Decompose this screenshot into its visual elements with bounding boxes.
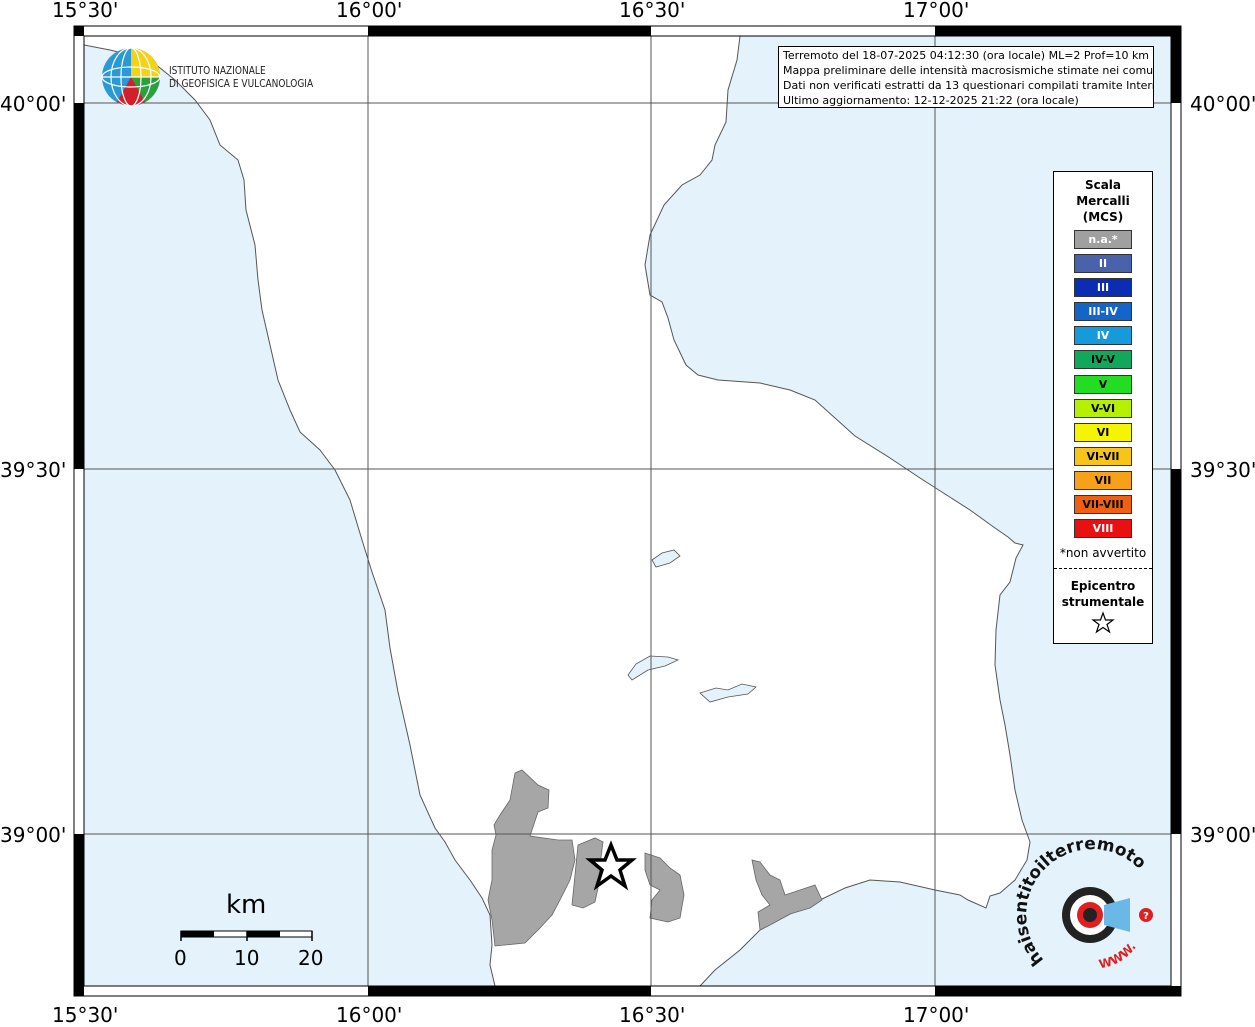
legend-item: V — [1074, 374, 1132, 394]
intensity-legend: Scala Mercalli (MCS) n.a.* II III III-IV IV I… — [1053, 171, 1153, 644]
legend-note: *non avvertito — [1059, 546, 1147, 560]
ingv-line-2: DI GEOFISICA E VULCANOLOGIA — [169, 77, 314, 90]
legend-item: VI-VII — [1074, 446, 1132, 466]
lon-label-top-4: 17°00' — [903, 0, 970, 22]
lon-label-top-2: 16°00' — [336, 0, 403, 22]
legend-title-line-2: Mercalli — [1076, 194, 1130, 208]
legend-epicenter-label: Epicentro strumentale — [1054, 578, 1152, 610]
scale-tick-20: 20 — [298, 946, 324, 970]
info-line-4: Ultimo aggiornamento: 12-12-2025 21:22 (… — [783, 94, 1079, 107]
lat-label-left-1: 40°00' — [0, 92, 67, 116]
lat-label-left-2: 39°30' — [0, 458, 67, 482]
legend-star-icon — [1091, 611, 1115, 634]
legend-item: IV — [1074, 326, 1132, 346]
legend-epicenter-line-2: strumentale — [1061, 595, 1145, 609]
ingv-logo-text: ISTITUTO NAZIONALE DI GEOFISICA E VULCAN… — [169, 64, 313, 90]
lon-label-bottom-1: 15°30' — [52, 1003, 119, 1027]
scale-tick-10: 10 — [234, 946, 260, 970]
legend-item: II — [1074, 254, 1132, 274]
legend-title: Scala Mercalli (MCS) — [1054, 177, 1152, 225]
lon-label-bottom-2: 16°00' — [336, 1003, 403, 1027]
legend-title-line-1: Scala — [1084, 178, 1122, 192]
legend-item: VII-VIII — [1074, 495, 1132, 515]
legend-item: III-IV — [1074, 302, 1132, 322]
lat-label-left-3: 39°00' — [0, 823, 67, 847]
legend-separator — [1054, 568, 1152, 569]
info-line-1: Terremoto del 18-07-2025 04:12:30 (ora l… — [783, 49, 1150, 62]
legend-item: V-VI — [1074, 398, 1132, 418]
lon-label-top-3: 16°30' — [619, 0, 686, 22]
earthquake-info-box: Terremoto del 18-07-2025 04:12:30 (ora l… — [778, 46, 1154, 108]
lon-label-bottom-4: 17°00' — [903, 1003, 970, 1027]
legend-item: III — [1074, 278, 1132, 298]
lat-label-right-1: 40°00' — [1190, 92, 1255, 116]
lat-label-right-2: 39°30' — [1190, 458, 1255, 482]
scale-tick-0: 0 — [174, 946, 187, 970]
legend-item: VIII — [1074, 519, 1132, 539]
legend-item: n.a.* — [1074, 230, 1132, 249]
ingv-line-1: ISTITUTO NAZIONALE — [169, 64, 266, 77]
legend-item: IV-V — [1074, 350, 1132, 370]
legend-items: n.a.* II III III-IV IV IV-V V V-VI VI VI-VII VII VI… — [1074, 230, 1132, 543]
lon-label-bottom-3: 16°30' — [619, 1003, 686, 1027]
legend-item: VII — [1074, 470, 1132, 490]
ingv-logo-icon — [101, 47, 161, 107]
legend-item: VI — [1074, 422, 1132, 442]
legend-title-line-3: (MCS) — [1082, 210, 1124, 224]
scale-unit: km — [226, 890, 267, 920]
info-line-3: Dati non verificati estratti da 13 quest… — [783, 79, 1154, 92]
lon-label-top-1: 15°30' — [52, 0, 119, 22]
lat-label-right-3: 39°00' — [1190, 823, 1255, 847]
info-line-2: Mappa preliminare delle intensità macros… — [783, 64, 1154, 77]
legend-epicenter-line-1: Epicentro — [1070, 579, 1136, 593]
hsit-question: ? — [1143, 911, 1149, 922]
